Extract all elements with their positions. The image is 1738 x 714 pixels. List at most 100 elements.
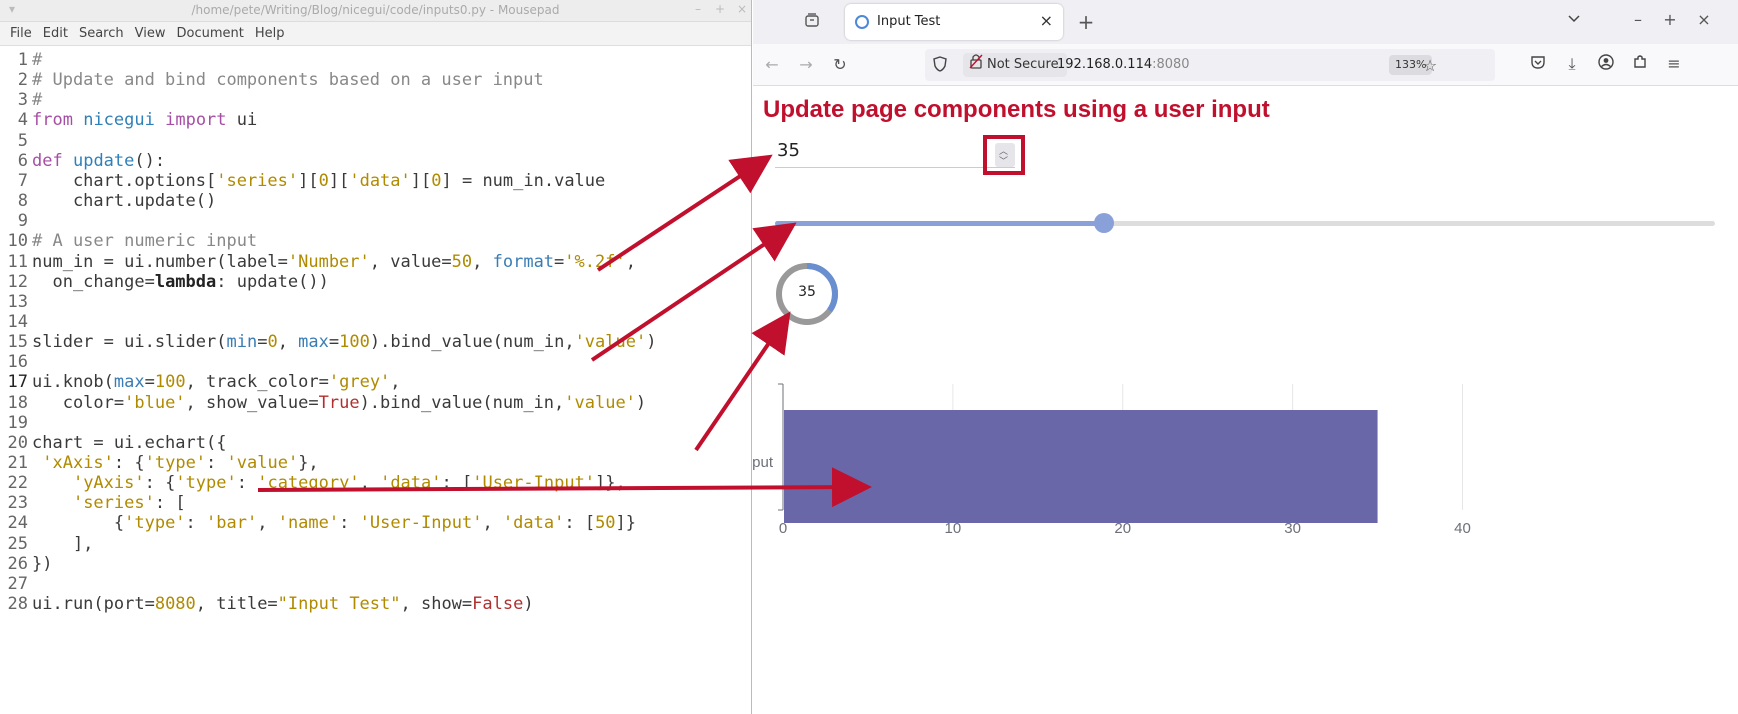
line-number: 10: [7, 231, 28, 252]
minimize-icon[interactable]: –: [1627, 10, 1649, 29]
code-text: ui.run(port=8080, title="Input Test", sh…: [32, 594, 534, 615]
screenshot-root: ▾ /home/pete/Writing/Blog/nicegui/code/i…: [0, 0, 1738, 714]
line-number: 23: [7, 493, 28, 514]
web-page: Update page components using a user inpu…: [753, 86, 1738, 714]
tab-input-test[interactable]: Input Test ×: [845, 4, 1063, 40]
account-icon[interactable]: [1595, 54, 1617, 74]
maximize-icon[interactable]: +: [712, 2, 728, 16]
line-number: 17: [7, 372, 28, 393]
code-text: ],: [32, 533, 94, 554]
code-line[interactable]: 10 # A user numeric input: [0, 230, 752, 253]
code-line[interactable]: 19: [0, 412, 752, 435]
x-tick-label: 40: [1454, 520, 1471, 537]
code-line[interactable]: 2 # Update and bind components based on a…: [0, 69, 752, 92]
code-line[interactable]: 9: [0, 210, 752, 233]
menu-view[interactable]: View: [135, 26, 166, 41]
new-tab-icon[interactable]: +: [1075, 10, 1097, 34]
code-line[interactable]: 28 ui.run(port=8080, title="Input Test", …: [0, 593, 752, 616]
tab-title: Input Test: [877, 14, 941, 29]
code-line[interactable]: 4 from nicegui import ui: [0, 109, 752, 132]
mousepad-menubar: File Edit Search View Document Help: [0, 22, 751, 46]
code-line[interactable]: 14: [0, 311, 752, 334]
line-number: 9: [17, 211, 28, 232]
url-text[interactable]: 192.168.0.114:8080: [1057, 57, 1190, 72]
pocket-icon[interactable]: [1527, 54, 1549, 74]
y-category-label: User-Input: [753, 454, 774, 471]
line-number: 22: [7, 473, 28, 494]
code-line[interactable]: 7 chart.options['series'][0]['data'][0] …: [0, 170, 752, 193]
line-number: 16: [7, 352, 28, 373]
code-text: num_in = ui.number(label='Number', value…: [32, 251, 636, 272]
line-number: 21: [7, 453, 28, 473]
browser-window: Input Test × + – + × ← → ↻ Not Secure 19…: [753, 0, 1738, 714]
tab-list-icon[interactable]: [801, 12, 823, 32]
code-line[interactable]: 26}): [0, 553, 752, 576]
code-editor[interactable]: 1 #2 # Update and bind components based on…: [0, 48, 752, 714]
code-line[interactable]: 18 color='blue', show_value=True).bind_v…: [0, 392, 752, 415]
code-text: from nicegui import ui: [32, 110, 258, 131]
code-line[interactable]: 8 chart.update(): [0, 190, 752, 213]
code-line[interactable]: 22 'yAxis': {'type': 'category', 'data':…: [0, 472, 752, 495]
bar-user-input: [784, 410, 1378, 523]
back-icon[interactable]: ←: [761, 55, 783, 74]
line-number: 28: [7, 594, 28, 615]
code-line[interactable]: 20 chart = ui.echart({: [0, 432, 752, 455]
menu-icon[interactable]: ≡: [1663, 54, 1685, 73]
minimize-icon[interactable]: –: [690, 2, 706, 16]
code-line[interactable]: 21 'xAxis': {'type': 'value'},: [0, 452, 752, 475]
code-text: #: [32, 90, 43, 111]
mousepad-titlebar: ▾ /home/pete/Writing/Blog/nicegui/code/i…: [0, 0, 751, 22]
globe-icon: [855, 15, 869, 29]
code-line[interactable]: 24 {'type': 'bar', 'name': 'User-Input',…: [0, 512, 752, 535]
url-bar[interactable]: Not Secure 192.168.0.114:8080 133% ☆: [925, 49, 1495, 81]
lock-broken-icon: [969, 53, 983, 78]
code-text: 'xAxis': {'type': 'value'},: [42, 453, 319, 473]
code-line[interactable]: 1 #: [0, 49, 752, 72]
download-icon[interactable]: ⤓: [1561, 54, 1583, 74]
code-line[interactable]: 5: [0, 130, 752, 153]
shield-icon[interactable]: [929, 56, 951, 76]
url-host: 192.168.0.114: [1057, 57, 1153, 72]
line-number: 1: [17, 50, 28, 70]
code-text: chart = ui.echart({: [32, 432, 227, 453]
menu-file[interactable]: File: [10, 26, 32, 41]
code-line[interactable]: 3 #: [0, 89, 752, 112]
code-line[interactable]: 25 ],: [0, 533, 752, 556]
line-number: 18: [7, 392, 28, 413]
line-number: 19: [7, 412, 28, 433]
close-icon[interactable]: ×: [734, 2, 750, 16]
bar-chart: 010203040User-Input: [753, 383, 1471, 537]
maximize-icon[interactable]: +: [1659, 10, 1681, 29]
tab-close-icon[interactable]: ×: [1040, 11, 1053, 30]
code-text: 'series': [: [72, 493, 186, 514]
code-line[interactable]: 11 num_in = ui.number(label='Number', val…: [0, 251, 752, 274]
code-text: ui.knob(max=100, track_color='grey',: [32, 372, 401, 393]
code-line[interactable]: 23 'series': [: [0, 492, 752, 515]
code-text: 'yAxis': {'type': 'category', 'data': ['…: [72, 473, 626, 494]
code-line[interactable]: 27: [0, 573, 752, 596]
code-line[interactable]: 15 slider = ui.slider(min=0, max=100).bin…: [0, 331, 752, 354]
code-line[interactable]: 12 on_change=lambda: update()): [0, 271, 752, 294]
tab-bar: Input Test × + – + ×: [753, 0, 1738, 44]
code-text: # Update and bind components based on a …: [32, 70, 544, 91]
menu-document[interactable]: Document: [176, 26, 243, 41]
extensions-icon[interactable]: [1629, 54, 1651, 74]
forward-icon[interactable]: →: [795, 55, 817, 74]
line-number: 5: [17, 130, 28, 151]
code-line[interactable]: 16: [0, 351, 752, 374]
code-line[interactable]: 13: [0, 291, 752, 314]
menu-search[interactable]: Search: [79, 26, 124, 41]
menu-help[interactable]: Help: [255, 26, 285, 41]
menu-edit[interactable]: Edit: [43, 26, 68, 41]
not-secure-badge[interactable]: Not Secure: [963, 53, 1067, 77]
code-line[interactable]: 6 def update():: [0, 150, 752, 173]
code-text: chart.options['series'][0]['data'][0] = …: [32, 170, 606, 191]
close-icon[interactable]: ×: [1693, 10, 1715, 29]
line-number: 15: [7, 332, 28, 353]
reload-icon[interactable]: ↻: [829, 55, 851, 74]
code-line[interactable]: 17 ui.knob(max=100, track_color='grey',: [0, 371, 752, 394]
chevron-down-icon[interactable]: [1563, 11, 1585, 30]
code-text: def update():: [32, 150, 166, 171]
star-icon[interactable]: ☆: [1419, 56, 1441, 75]
url-port: :8080: [1152, 57, 1190, 72]
